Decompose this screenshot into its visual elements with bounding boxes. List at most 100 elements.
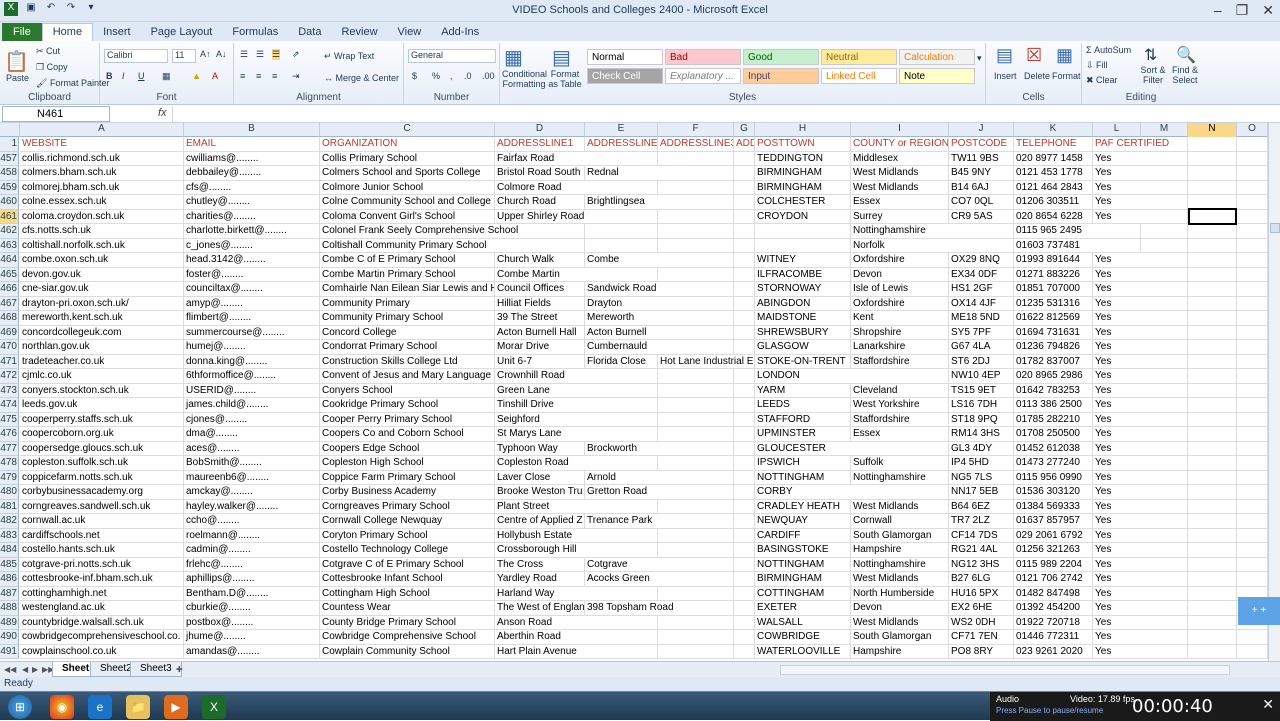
- cell[interactable]: 0115 956 0990: [1014, 470, 1093, 485]
- cell[interactable]: [1188, 296, 1237, 311]
- tab-home[interactable]: Home: [41, 23, 94, 41]
- cell[interactable]: Cumbernauld: [585, 340, 734, 355]
- cell[interactable]: [734, 514, 755, 529]
- cell[interactable]: Construction Skills College Ltd: [320, 354, 495, 369]
- cell[interactable]: [1237, 282, 1268, 297]
- cell[interactable]: hayley.walker@........: [184, 499, 320, 514]
- conditional-formatting-icon[interactable]: ▦: [504, 45, 523, 70]
- cell[interactable]: B64 6EZ: [949, 499, 1014, 514]
- cell[interactable]: Aberthin Road: [495, 630, 658, 645]
- cell[interactable]: [1188, 267, 1237, 282]
- font-name-select[interactable]: Calibri: [104, 49, 168, 63]
- style-check-cell[interactable]: Check Cell: [587, 68, 663, 84]
- cell[interactable]: Devon: [851, 601, 949, 616]
- cell[interactable]: SHREWSBURY: [755, 325, 851, 340]
- cell[interactable]: North Humberside: [851, 586, 949, 601]
- cell[interactable]: Costello Technology College: [320, 543, 495, 558]
- cut-button[interactable]: ✂ Cut: [36, 46, 60, 57]
- cell[interactable]: [1188, 166, 1237, 181]
- cell[interactable]: TELEPHONE: [1014, 137, 1093, 152]
- cell[interactable]: [1237, 311, 1268, 326]
- cell[interactable]: LEEDS: [755, 398, 851, 413]
- cell[interactable]: [1237, 572, 1268, 587]
- cell[interactable]: [734, 586, 755, 601]
- cell[interactable]: leeds.gov.uk: [20, 398, 184, 413]
- align-top-icon[interactable]: ☰: [240, 49, 248, 60]
- cell[interactable]: ADDRESSLINE2: [585, 137, 658, 152]
- cell[interactable]: [1237, 470, 1268, 485]
- style-neutral[interactable]: Neutral: [821, 49, 897, 65]
- cell[interactable]: corbybusinessacademy.org: [20, 485, 184, 500]
- cell[interactable]: NN17 5EB: [949, 485, 1014, 500]
- cell[interactable]: cfs@........: [184, 180, 320, 195]
- cell[interactable]: [734, 615, 755, 630]
- cell[interactable]: [1237, 267, 1268, 282]
- cell[interactable]: 01206 303511: [1014, 195, 1093, 210]
- bold-icon[interactable]: B: [106, 71, 113, 81]
- first-sheet-icon[interactable]: ◀◀: [4, 665, 16, 674]
- cell[interactable]: EMAIL: [184, 137, 320, 152]
- cell[interactable]: [1188, 253, 1237, 268]
- chrome-icon[interactable]: ◉: [50, 695, 74, 719]
- cell[interactable]: [734, 601, 755, 616]
- cell[interactable]: 01235 531316: [1014, 296, 1093, 311]
- cell[interactable]: 01271 883226: [1014, 267, 1093, 282]
- close-icon[interactable]: ✕: [1262, 2, 1274, 19]
- style-good[interactable]: Good: [743, 49, 819, 65]
- cell[interactable]: Yes: [1093, 412, 1188, 427]
- cell[interactable]: [734, 412, 755, 427]
- cell[interactable]: 01694 731631: [1014, 325, 1093, 340]
- cell[interactable]: [1237, 137, 1268, 152]
- cell[interactable]: [734, 630, 755, 645]
- cell[interactable]: Colmers School and Sports College: [320, 166, 495, 181]
- paste-icon[interactable]: 📋: [4, 49, 29, 74]
- cell[interactable]: South Glamorgan: [851, 630, 949, 645]
- style-calculation[interactable]: Calculation: [899, 49, 975, 65]
- increase-decimal-icon[interactable]: .0: [464, 71, 472, 81]
- start-button-icon[interactable]: ⊞: [8, 695, 32, 719]
- style-bad[interactable]: Bad: [665, 49, 741, 65]
- row-header[interactable]: 489: [0, 615, 19, 630]
- cell[interactable]: TEDDINGTON: [755, 151, 851, 166]
- cell[interactable]: 01256 321263: [1014, 543, 1093, 558]
- cell[interactable]: WS2 0DH: [949, 615, 1014, 630]
- column-header-c[interactable]: C: [320, 123, 495, 137]
- cell[interactable]: Acton Burnell: [585, 325, 734, 340]
- cell[interactable]: YARM: [755, 383, 851, 398]
- cell[interactable]: Crossborough Hill: [495, 543, 658, 558]
- cell[interactable]: [1237, 166, 1268, 181]
- cell[interactable]: [658, 543, 734, 558]
- align-right-icon[interactable]: ≡: [272, 71, 277, 81]
- format-painter-button[interactable]: 🖌 Format Painter: [36, 78, 109, 89]
- cell[interactable]: [1237, 485, 1268, 500]
- cell[interactable]: [1237, 499, 1268, 514]
- cell[interactable]: flimbert@........: [184, 311, 320, 326]
- cell[interactable]: [1188, 238, 1237, 253]
- cell[interactable]: tradeteacher.co.uk: [20, 354, 184, 369]
- cell[interactable]: Hampshire: [851, 644, 949, 659]
- cell[interactable]: TS15 9ET: [949, 383, 1014, 398]
- cell[interactable]: [1237, 195, 1268, 210]
- cell[interactable]: cadmin@........: [184, 543, 320, 558]
- column-header-a[interactable]: A: [20, 123, 184, 137]
- cell[interactable]: [1237, 224, 1268, 239]
- column-header-i[interactable]: I: [851, 123, 949, 137]
- cell[interactable]: Yes: [1093, 456, 1188, 471]
- cell[interactable]: [658, 224, 734, 239]
- column-header-l[interactable]: L: [1093, 123, 1141, 137]
- cell[interactable]: [1237, 180, 1268, 195]
- cell[interactable]: countybridge.walsall.sch.uk: [20, 615, 184, 630]
- cell[interactable]: Suffolk: [851, 456, 949, 471]
- delete-cells-button[interactable]: Delete: [1024, 71, 1050, 81]
- tab-view[interactable]: View: [388, 24, 432, 41]
- cell[interactable]: Yes: [1093, 325, 1188, 340]
- cell[interactable]: Yes: [1093, 528, 1188, 543]
- cell[interactable]: STAFFORD: [755, 412, 851, 427]
- cell[interactable]: Trenance Park: [585, 514, 734, 529]
- row-header[interactable]: 480: [0, 485, 19, 500]
- cell[interactable]: Countess Wear: [320, 601, 495, 616]
- cell[interactable]: Staffordshire: [851, 412, 949, 427]
- column-header-h[interactable]: H: [755, 123, 851, 137]
- cell[interactable]: TR7 2LZ: [949, 514, 1014, 529]
- cell[interactable]: Yes: [1093, 644, 1188, 659]
